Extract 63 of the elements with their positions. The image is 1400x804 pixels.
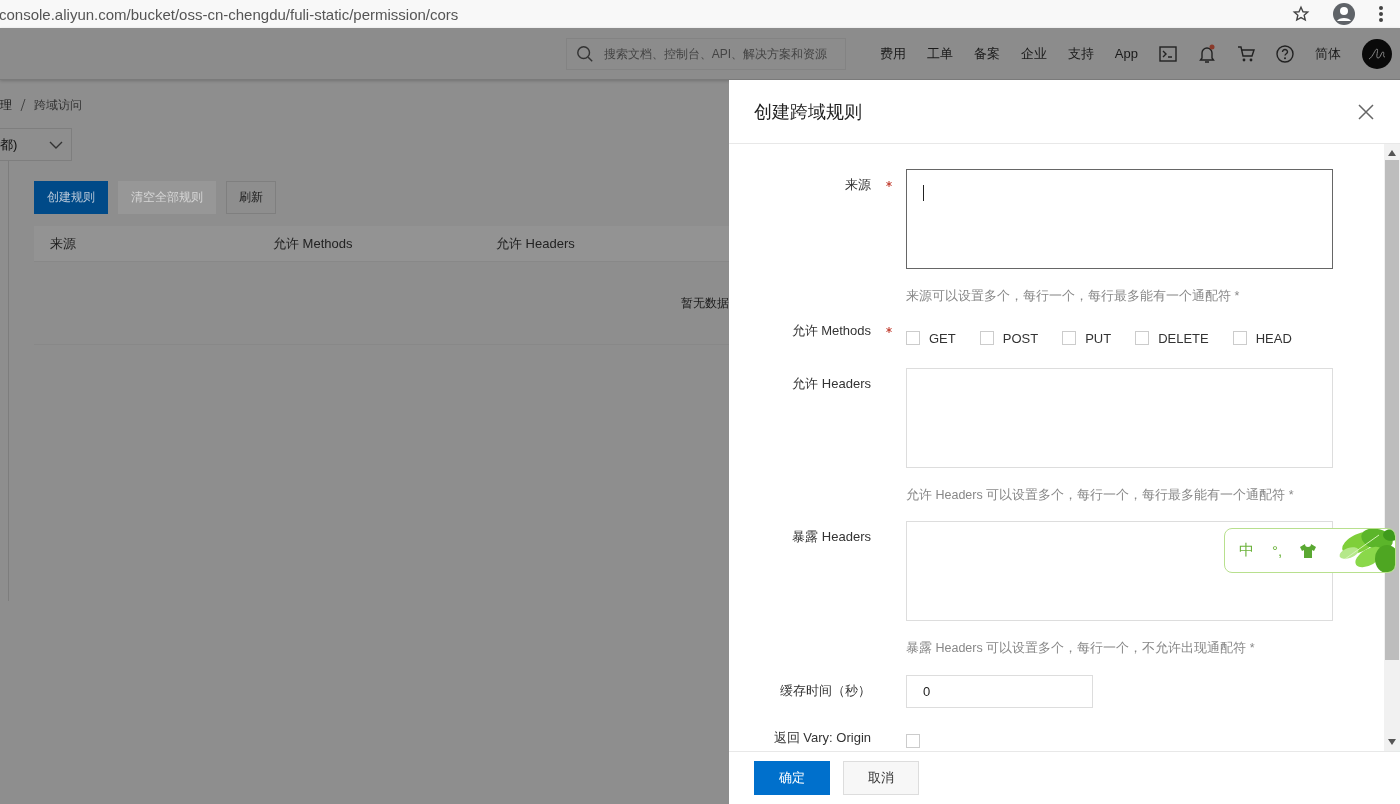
required-icon — [885, 327, 892, 333]
ime-toolbar[interactable]: 中 °, — [1224, 528, 1396, 573]
search-field[interactable]: 搜索文档、控制台、API、解决方案和资源 — [565, 37, 846, 70]
empty-text: 暂无数据 — [681, 294, 729, 312]
column-header: 允许 Methods — [272, 234, 354, 253]
close-icon[interactable] — [1358, 103, 1374, 120]
footer-button[interactable]: 取消 — [843, 761, 919, 795]
nav-link[interactable]: App — [1114, 46, 1138, 61]
field-label: 缓存时间（秒） — [780, 683, 871, 699]
help-text: 允许 Headers 可以设置多个，每行一个，每行最多能有一个通配符 * — [906, 487, 1295, 503]
language-link[interactable]: 简体 — [1315, 44, 1341, 63]
toolbar-button[interactable]: 创建规则 — [34, 181, 108, 214]
profile-icon[interactable] — [1332, 2, 1356, 26]
nav-link[interactable]: 备案 — [973, 44, 1000, 63]
menu-icon[interactable] — [1378, 5, 1384, 23]
scrollbar-thumb[interactable] — [1385, 160, 1399, 660]
checkbox[interactable] — [1135, 331, 1150, 345]
text-area[interactable] — [906, 169, 1333, 269]
checkbox-label[interactable]: HEAD — [1255, 330, 1292, 346]
region-select[interactable]: 都) — [0, 128, 72, 161]
breadcrumb-separator-icon — [20, 99, 26, 111]
breadcrumb-item: 跨域访问 — [34, 96, 82, 114]
search-icon — [575, 44, 594, 63]
required-icon — [885, 181, 892, 187]
scroll-up-icon[interactable] — [1388, 150, 1396, 156]
drawer-title: 创建跨域规则 — [754, 100, 862, 124]
shirt-icon[interactable] — [1300, 543, 1317, 558]
checkbox[interactable] — [906, 734, 920, 748]
checkbox[interactable] — [1062, 331, 1077, 345]
scroll-down-icon[interactable] — [1388, 739, 1396, 745]
checkbox[interactable] — [1232, 331, 1247, 345]
field-label: 允许 Methods — [791, 323, 871, 339]
field-label: 允许 Headers — [792, 376, 871, 392]
help-text: 暴露 Headers 可以设置多个，每行一个，不允许出现通配符 * — [906, 640, 1256, 656]
input-mode-text[interactable]: 中 — [1239, 541, 1254, 560]
toolbar-button[interactable]: 刷新 — [226, 181, 276, 214]
checkbox[interactable] — [906, 331, 920, 345]
bell-icon[interactable] — [1198, 43, 1216, 64]
nav-link[interactable]: 费用 — [879, 44, 906, 63]
nav-link[interactable]: 支持 — [1067, 44, 1094, 63]
number-field[interactable]: 0 — [906, 675, 1093, 708]
breadcrumb-item[interactable]: 理 — [0, 96, 12, 114]
punctuation-text[interactable]: °, — [1272, 542, 1283, 559]
checkbox-label[interactable]: DELETE — [1158, 330, 1209, 346]
field-label: 来源 — [845, 177, 871, 193]
checkbox-label[interactable]: POST — [1002, 330, 1039, 346]
checkbox-label[interactable]: PUT — [1085, 330, 1112, 346]
field-label: 暴露 Headers — [792, 529, 871, 545]
footer-button[interactable]: 确定 — [754, 761, 830, 795]
column-header: 来源 — [49, 234, 77, 253]
terminal-icon[interactable] — [1159, 45, 1177, 62]
help-text: 来源可以设置多个，每行一个，每行最多能有一个通配符 * — [906, 288, 1241, 304]
avatar[interactable] — [1362, 38, 1392, 69]
checkbox[interactable] — [979, 331, 994, 345]
star-icon[interactable] — [1292, 5, 1310, 23]
column-header: 允许 Headers — [495, 234, 576, 253]
help-icon[interactable] — [1276, 44, 1294, 63]
cart-icon[interactable] — [1237, 44, 1255, 63]
field-label: 返回 Vary: Origin — [773, 730, 871, 746]
nav-link[interactable]: 企业 — [1020, 44, 1047, 63]
checkbox-label[interactable]: GET — [929, 330, 956, 346]
chevron-down-icon — [49, 140, 63, 149]
nav-link[interactable]: 工单 — [926, 44, 953, 63]
